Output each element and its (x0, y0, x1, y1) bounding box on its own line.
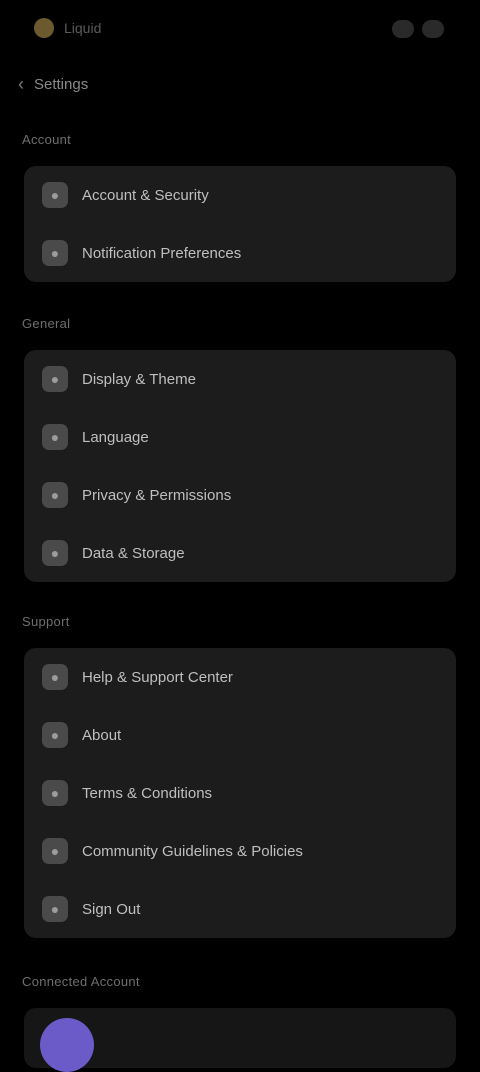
document-icon: ● (42, 780, 68, 806)
group-support: ● Help & Support Center ● About ● Terms … (24, 648, 456, 938)
item-label: Help & Support Center (82, 668, 233, 686)
list-item[interactable]: ● Privacy & Permissions (24, 466, 456, 524)
list-item[interactable]: ● Data & Storage (24, 524, 456, 582)
list-item[interactable]: ● Community Guidelines & Policies (24, 822, 456, 880)
list-item[interactable]: ● Display & Theme (24, 350, 456, 408)
palette-icon: ● (42, 366, 68, 392)
group-general: ● Display & Theme ● Language ● Privacy &… (24, 350, 456, 582)
lock-icon: ● (42, 482, 68, 508)
top-actions (392, 20, 444, 38)
item-label: Privacy & Permissions (82, 486, 232, 504)
globe-icon: ● (42, 424, 68, 450)
item-label: Data & Storage (82, 544, 185, 562)
item-label: Sign Out (82, 900, 141, 918)
item-label: About (82, 726, 122, 744)
item-label: Language (82, 428, 149, 446)
back-label: Settings (34, 76, 89, 93)
user-icon: ● (42, 182, 68, 208)
group-account: ● Account & Security ● Notification Pref… (24, 166, 456, 282)
section-title-support: Support (22, 614, 70, 629)
app-header: Liquid (34, 18, 101, 38)
list-item[interactable]: ● Terms & Conditions (24, 764, 456, 822)
chevron-left-icon: ‹ (18, 74, 24, 94)
menu-icon[interactable] (392, 20, 414, 38)
back-navigation[interactable]: ‹ Settings (18, 74, 88, 95)
section-title-account: Account (22, 132, 72, 147)
item-label: Notification Preferences (82, 244, 242, 262)
list-item[interactable]: ● Sign Out (24, 880, 456, 938)
info-icon: ● (42, 722, 68, 748)
section-title-connected: Connected Account (22, 974, 140, 989)
item-label: Community Guidelines & Policies (82, 842, 303, 860)
item-label: Terms & Conditions (82, 784, 213, 802)
item-label: Account & Security (82, 186, 209, 204)
list-item[interactable]: ● Language (24, 408, 456, 466)
help-icon: ● (42, 664, 68, 690)
list-item[interactable]: ● Notification Preferences (24, 224, 456, 282)
database-icon: ● (42, 540, 68, 566)
bell-icon: ● (42, 240, 68, 266)
top-bar: Liquid (0, 0, 480, 60)
app-name: Liquid (64, 20, 102, 36)
shield-icon: ● (42, 838, 68, 864)
list-item[interactable]: ● Account & Security (24, 166, 456, 224)
section-title-general: General (22, 316, 71, 331)
more-icon[interactable] (422, 20, 444, 38)
app-logo-icon (34, 18, 54, 38)
avatar (40, 1018, 94, 1072)
list-item[interactable]: ● About (24, 706, 456, 764)
logout-icon: ● (42, 896, 68, 922)
list-item[interactable]: ● Help & Support Center (24, 648, 456, 706)
item-label: Display & Theme (82, 370, 196, 388)
